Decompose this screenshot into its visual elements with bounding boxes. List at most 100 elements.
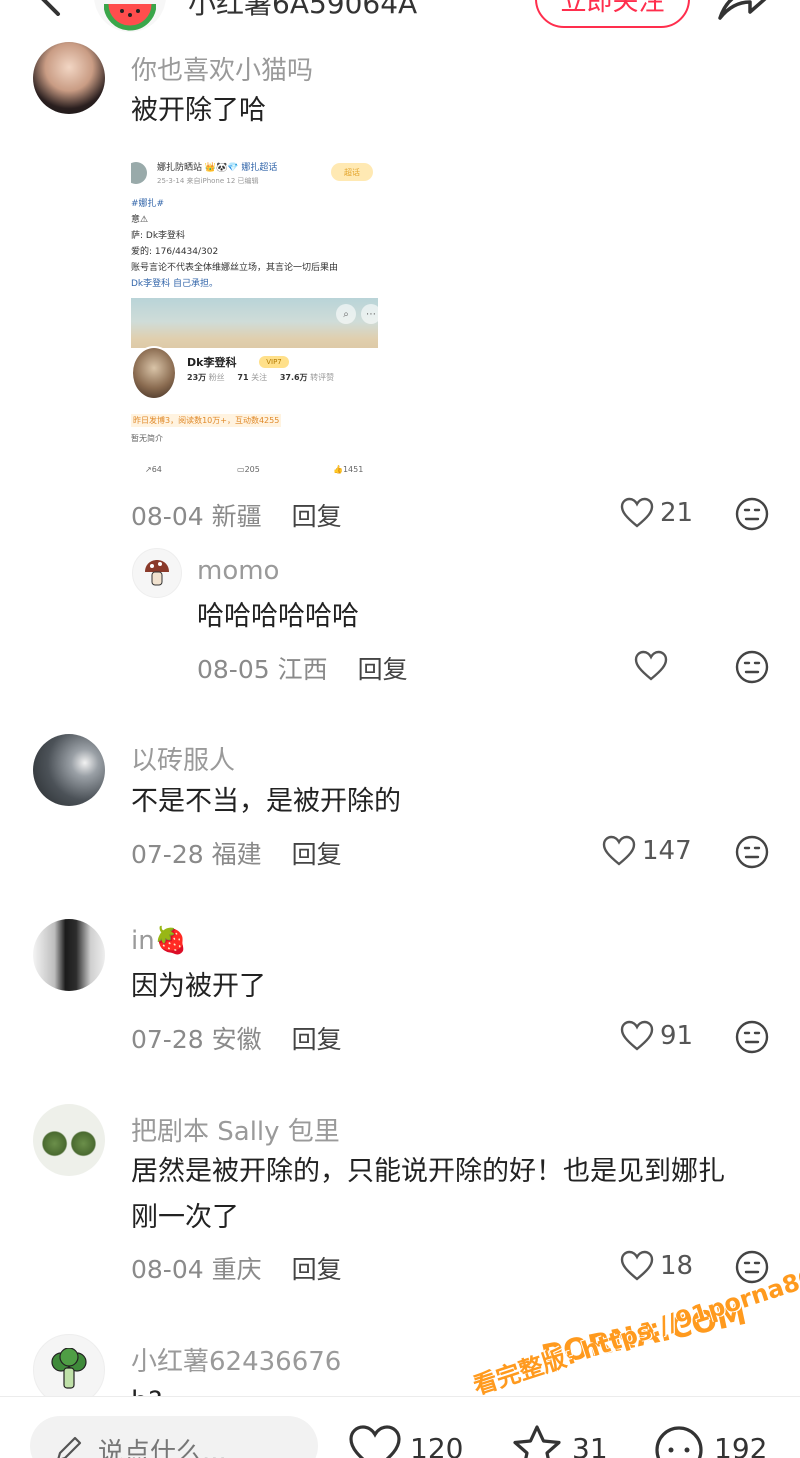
emoji-reaction-icon[interactable] [735, 835, 769, 869]
image-post-topic: 娜扎超话 [241, 163, 278, 173]
top-bar: 小红薯6A59064A 立即关注 [0, 0, 800, 40]
heart-icon [620, 1020, 654, 1051]
like-button[interactable] [634, 650, 668, 682]
broccoli-icon [51, 1348, 87, 1389]
comment-text: 居然是被开除的，只能说开除的好！也是见到娜扎 [131, 1156, 725, 1187]
like-button[interactable]: 18 [620, 1250, 693, 1282]
comment-text-continued: 刚一次了 [131, 1202, 239, 1233]
comment-date: 08-04 [131, 1255, 204, 1284]
reply-button[interactable]: 回复 [292, 840, 342, 869]
comment-count: ▭ 205 [237, 465, 260, 474]
watermelon-icon [104, 3, 156, 31]
avatar[interactable] [132, 548, 182, 598]
comment-meta: 07-28 安徽 回复 [131, 1020, 342, 1056]
comment-meta: 07-28 福建 回复 [131, 835, 342, 871]
search-icon: ⌕ [336, 304, 356, 324]
comment-location: 安徽 [211, 1025, 262, 1054]
heart-icon [620, 1250, 654, 1281]
mushroom-icon [145, 560, 169, 586]
comment-location: 江西 [277, 655, 328, 684]
reply-button[interactable]: 回复 [292, 1025, 342, 1054]
emoji-reaction-icon[interactable] [735, 650, 769, 684]
comment-text: 被开除了哈 [131, 95, 266, 126]
post-like-count: 120 [410, 1431, 464, 1458]
author-name[interactable]: 小红薯6A59064A [188, 0, 417, 22]
image-post-meta: 25-3-14 来自iPhone 12 已编辑 [157, 177, 259, 185]
emoji-reaction-icon[interactable] [735, 1020, 769, 1054]
follow-button[interactable]: 立即关注 [535, 0, 690, 28]
comment-date: 07-28 [131, 840, 204, 869]
comment-author[interactable]: 把剧本 Sally 包里 [131, 1111, 340, 1148]
comment-meta: 08-05 江西 回复 [197, 650, 408, 686]
image-profile-activity: 昨日发博3，阅读数10万+，互动数4255 [131, 414, 282, 427]
avatar[interactable] [33, 734, 105, 806]
image-post-badge: 超话 [331, 163, 373, 181]
comment-author[interactable]: 你也喜欢小猫吗 [131, 50, 313, 87]
comment-date: 08-04 [131, 502, 204, 531]
image-profile-intro: 暂无简介 [131, 434, 163, 443]
comment-date: 07-28 [131, 1025, 204, 1054]
star-icon [513, 1425, 561, 1458]
strawberry-icon: 🍓 [154, 926, 188, 956]
image-profile-avatar [131, 346, 177, 400]
like-button[interactable]: 147 [602, 835, 692, 867]
back-icon[interactable] [30, 0, 70, 16]
heart-icon [634, 650, 668, 681]
like-button[interactable]: 91 [620, 1020, 693, 1052]
comment-author[interactable]: in🍓 [131, 926, 187, 956]
image-post-line: Dk李登科 自己承担。 [131, 279, 219, 289]
comment-author[interactable]: 小红薯62436676 [131, 1341, 341, 1378]
comment-bubble-icon [655, 1426, 703, 1458]
reply-button[interactable]: 回复 [358, 655, 408, 684]
comment-meta: 08-04 重庆 回复 [131, 1250, 342, 1286]
image-post-line: 账号言论不代表全体维娜丝立场，其言论一切后果由 [131, 263, 339, 273]
comment-meta: 08-04 新疆 回复 [131, 497, 342, 533]
heart-icon [349, 1425, 401, 1458]
image-post-header: 娜扎防晒站 👑🐼💎 娜扎超话 25-3-14 来自iPhone 12 已编辑 超… [131, 158, 378, 190]
post-comment-button[interactable]: 192 [652, 1424, 767, 1458]
image-post-line: 意⚠ [131, 215, 149, 225]
comment-date: 08-05 [197, 655, 270, 684]
pen-icon [57, 1436, 82, 1458]
comment-author[interactable]: 以砖服人 [131, 740, 235, 777]
heart-icon [620, 497, 654, 528]
vip-badge: VIP7 [259, 356, 289, 368]
image-post-line: #娜扎# [131, 199, 165, 209]
comment-text: 哈哈哈哈哈哈 [197, 601, 359, 632]
image-post-line: 爱的: 176/4434/302 [131, 247, 219, 257]
image-profile-stats: 23万 粉丝 71 关注 37.6万 转评赞 [187, 373, 335, 382]
image-profile-name: Dk李登科 [187, 356, 237, 369]
comment-image[interactable]: 娜扎防晒站 👑🐼💎 娜扎超话 25-3-14 来自iPhone 12 已编辑 超… [131, 150, 378, 483]
post-comment-count: 192 [714, 1431, 768, 1458]
like-button[interactable]: 21 [620, 497, 693, 529]
avatar[interactable] [33, 1104, 105, 1176]
comment-location: 福建 [211, 840, 262, 869]
image-profile-card: Dk李登科 VIP7 23万 粉丝 71 关注 37.6万 转评赞 [131, 346, 378, 408]
emoji-reaction-icon[interactable] [735, 497, 769, 531]
post-like-button[interactable]: 120 [348, 1424, 463, 1458]
like-count: 21 [660, 498, 694, 528]
like-count: 👍 1451 [333, 465, 364, 474]
comment-input-placeholder[interactable]: 说点什么... [98, 1432, 227, 1458]
more-icon: ⋯ [361, 304, 378, 324]
like-count: 18 [660, 1251, 694, 1281]
comment-text: 因为被开了 [131, 971, 266, 1002]
post-favorite-button[interactable]: 31 [510, 1424, 608, 1458]
comment-text: 不是不当，是被开除的 [131, 786, 401, 817]
image-post-title: 娜扎防晒站 [157, 163, 203, 173]
avatar[interactable] [33, 42, 105, 114]
heart-icon [602, 835, 636, 866]
share-icon[interactable] [716, 0, 768, 22]
image-post-line: 萨: Dk李登科 [131, 231, 186, 241]
comment-location: 新疆 [211, 502, 262, 531]
comment-location: 重庆 [211, 1255, 262, 1284]
like-count: 91 [660, 1021, 694, 1051]
comment-author[interactable]: momo [197, 556, 279, 586]
like-count: 147 [642, 836, 692, 866]
image-post-avatar [131, 162, 147, 184]
author-avatar[interactable] [94, 0, 166, 32]
repost-count: ↗ 64 [145, 465, 162, 474]
reply-button[interactable]: 回复 [292, 1255, 342, 1284]
avatar[interactable] [33, 919, 105, 991]
reply-button[interactable]: 回复 [292, 502, 342, 531]
